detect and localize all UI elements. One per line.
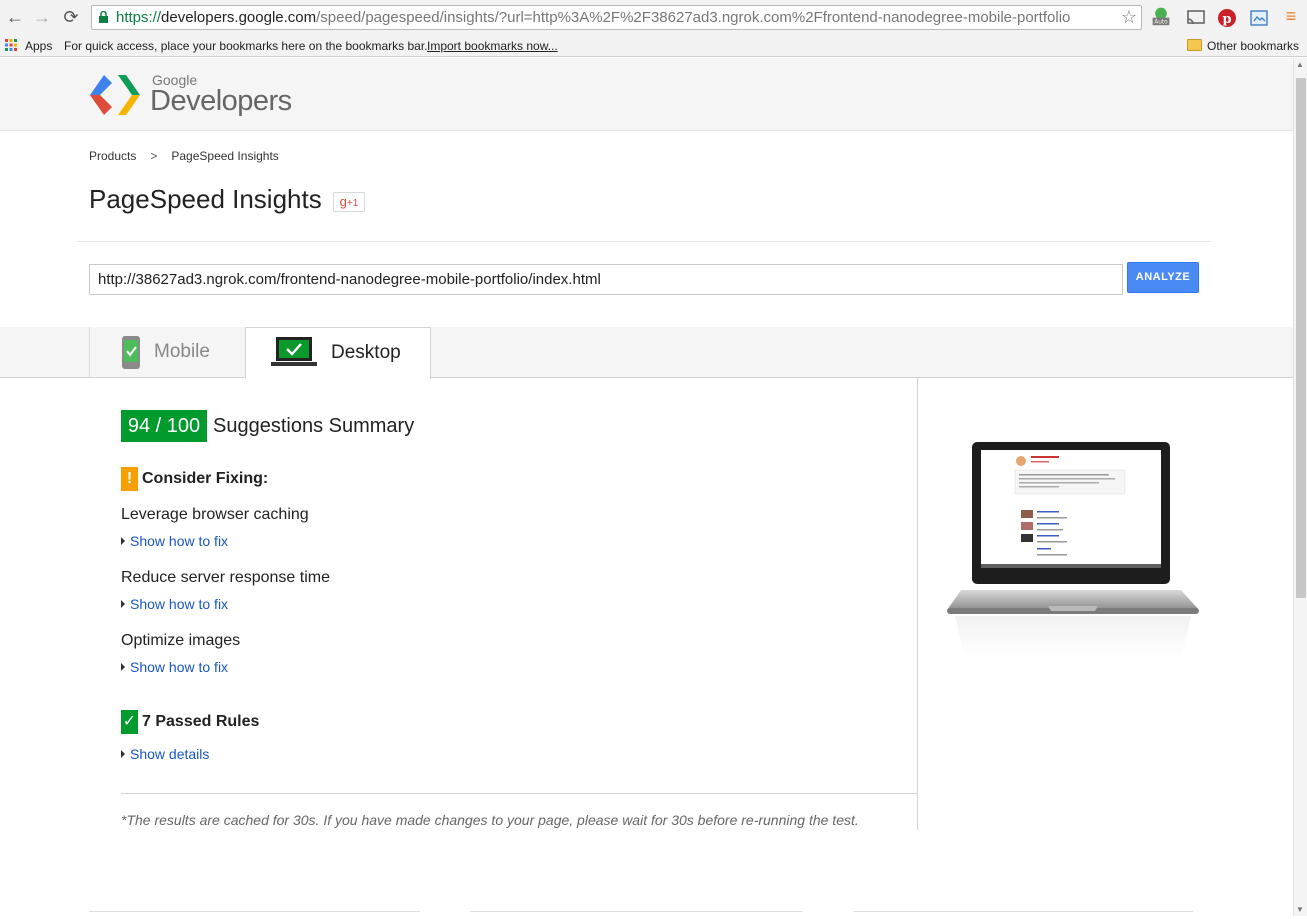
site-header: Google Developers — [0, 58, 1293, 131]
svg-text:p: p — [1222, 12, 1231, 27]
breadcrumb: Products > PageSpeed Insights — [89, 149, 279, 163]
title-divider — [77, 241, 1211, 242]
scroll-up-icon[interactable]: ▲ — [1296, 60, 1304, 69]
rule-title: Leverage browser caching — [121, 506, 309, 523]
scroll-down-icon[interactable]: ▼ — [1296, 905, 1304, 914]
pinterest-icon[interactable]: p — [1217, 8, 1237, 28]
lock-icon — [99, 11, 108, 23]
desktop-preview-laptop-image — [947, 442, 1199, 658]
bookmarks-bar: Apps For quick access, place your bookma… — [0, 35, 1307, 57]
rule-title: Reduce server response time — [121, 569, 330, 586]
device-tab-strip: Mobile Desktop — [0, 327, 1293, 379]
auto-refresh-extension-icon[interactable]: Auto — [1151, 6, 1171, 26]
score-badge: 94 / 100 — [121, 410, 207, 442]
suggestions-summary-heading: Suggestions Summary — [213, 415, 415, 437]
url-path: /speed/pagespeed/insights/?url=http%3A%2… — [316, 9, 1071, 26]
rule-title: Optimize images — [121, 632, 241, 649]
footer-divider — [853, 911, 1193, 912]
show-details-link[interactable]: Show details — [121, 746, 209, 762]
folder-icon — [1187, 39, 1202, 51]
url-input[interactable]: http://38627ad3.ngrok.com/frontend-nanod… — [89, 264, 1123, 295]
expand-caret-icon — [121, 663, 125, 671]
expand-caret-icon — [121, 537, 125, 545]
plus-one-count: +1 — [346, 198, 359, 209]
scrollbar-thumb[interactable] — [1296, 78, 1306, 598]
apps-grid-icon[interactable] — [5, 39, 17, 51]
page-title: PageSpeed Insights — [89, 184, 322, 214]
footer-divider — [470, 911, 803, 912]
back-icon[interactable]: ← — [4, 6, 26, 28]
address-bar[interactable]: https://developers.google.com/speed/page… — [91, 5, 1142, 30]
screenshot-extension-icon[interactable] — [1249, 8, 1269, 28]
expand-caret-icon — [121, 750, 125, 758]
brand-developers[interactable]: Developers — [150, 85, 292, 118]
check-icon: ✓ — [121, 710, 138, 734]
tab-mobile-label: Mobile — [154, 341, 210, 362]
tab-desktop[interactable]: Desktop — [245, 327, 431, 379]
other-bookmarks[interactable]: Other bookmarks — [1207, 36, 1299, 56]
breadcrumb-products[interactable]: Products — [89, 149, 136, 163]
url-scheme: https:// — [116, 9, 162, 26]
google-developers-logo-icon[interactable] — [88, 73, 142, 117]
google-plus-one-button[interactable]: g+1 — [333, 192, 365, 212]
passed-rules-heading: 7 Passed Rules — [142, 713, 260, 730]
tab-desktop-label: Desktop — [331, 342, 401, 363]
vertical-scrollbar[interactable]: ▲ ▼ — [1293, 58, 1307, 916]
plus-one-g: g — [339, 194, 347, 209]
show-how-to-fix-link[interactable]: Show how to fix — [121, 659, 228, 675]
bookmarks-hint: For quick access, place your bookmarks h… — [64, 39, 428, 53]
show-how-to-fix-link[interactable]: Show how to fix — [121, 533, 228, 549]
consider-fixing-heading: Consider Fixing: — [142, 470, 269, 487]
cache-note: *The results are cached for 30s. If you … — [121, 812, 859, 828]
warning-icon: ! — [121, 467, 138, 491]
apps-bookmark[interactable]: Apps — [25, 36, 52, 56]
expand-caret-icon — [121, 600, 125, 608]
mobile-phone-icon — [122, 336, 140, 369]
footer-divider — [89, 911, 420, 912]
desktop-laptop-icon — [271, 337, 317, 366]
page-content: Google Developers Products > PageSpeed Ins… — [0, 58, 1293, 916]
reload-icon[interactable]: ⟳ — [60, 6, 82, 28]
svg-text:Auto: Auto — [1154, 20, 1168, 26]
tab-mobile[interactable]: Mobile — [89, 327, 246, 378]
footer-divider — [121, 793, 918, 794]
url-host: developers.google.com — [161, 9, 317, 26]
browser-toolbar: ← → ⟳ https://developers.google.com/spee… — [0, 0, 1307, 35]
cast-icon[interactable] — [1186, 8, 1206, 28]
breadcrumb-separator: > — [150, 149, 158, 163]
forward-icon[interactable]: → — [31, 6, 53, 28]
show-how-to-fix-link[interactable]: Show how to fix — [121, 596, 228, 612]
analyze-button[interactable]: ANALYZE — [1127, 262, 1199, 293]
results-panel: 94 / 100 Suggestions Summary ! Consider … — [0, 378, 918, 830]
import-bookmarks-link[interactable]: Import bookmarks now... — [427, 36, 558, 56]
bookmark-star-icon[interactable]: ☆ — [1121, 6, 1137, 29]
breadcrumb-pagespeed[interactable]: PageSpeed Insights — [171, 149, 278, 163]
chrome-menu-icon[interactable]: ≡ — [1280, 5, 1302, 27]
